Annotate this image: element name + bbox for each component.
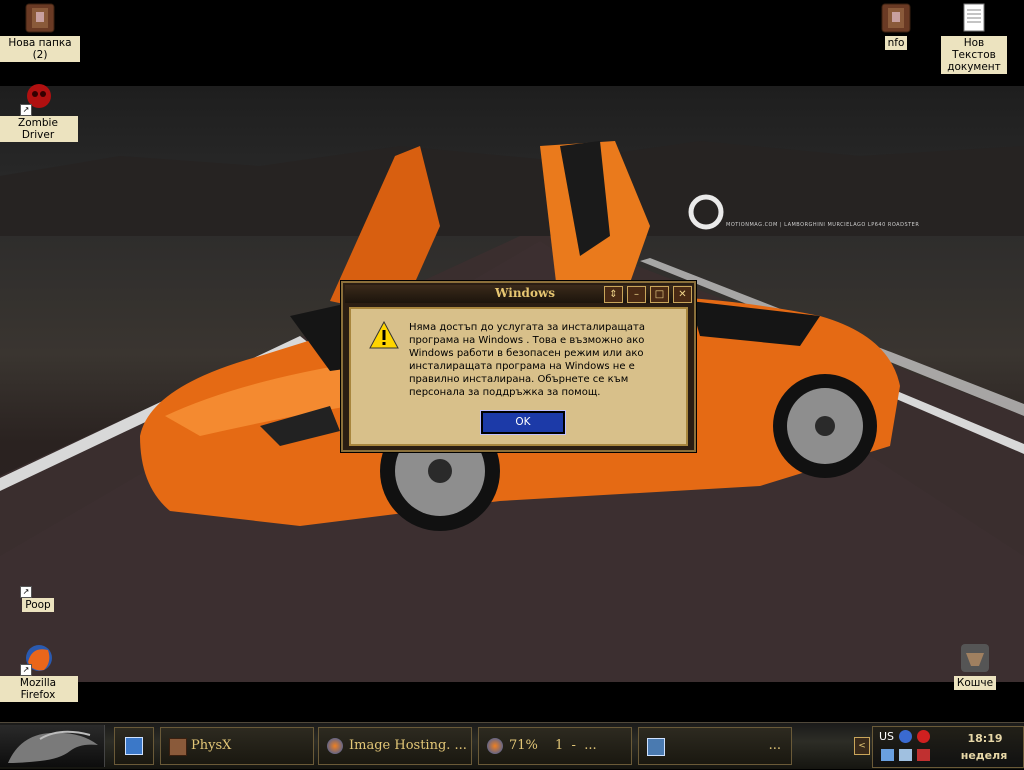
firefox-icon: ↗ — [20, 642, 54, 676]
physx-app-icon — [169, 738, 187, 756]
desktop-icon-label: Zombie Driver — [0, 116, 78, 142]
taskbar-item-image-hosting[interactable]: Image Hosting. ... — [318, 727, 472, 765]
firefox-icon — [487, 738, 503, 754]
desktop-icon-label: Poop — [22, 598, 54, 612]
antivirus-icon[interactable] — [917, 749, 930, 761]
folder-icon — [24, 2, 56, 34]
volume-icon[interactable] — [899, 749, 912, 761]
language-indicator[interactable]: US — [879, 730, 894, 743]
taskbar-item-physx[interactable]: PhysX — [160, 727, 314, 765]
desktop-icon-new-folder[interactable]: Нова папка (2) — [0, 2, 80, 62]
quick-launch-desktop-button[interactable] — [114, 727, 154, 765]
text-document-icon — [958, 2, 990, 34]
error-dialog: Windows ⇕ – □ ✕ Няма достъп до услугата … — [341, 281, 696, 452]
rollup-icon[interactable]: ⇕ — [604, 286, 623, 303]
network-icon — [647, 738, 665, 756]
system-tray: US 18:19 неделя — [872, 726, 1024, 768]
desktop-icon-label: Нова папка (2) — [0, 36, 80, 62]
taskbar-item-label: 71% — [509, 738, 538, 753]
shortcut-arrow-icon: ↗ — [20, 664, 32, 676]
desktop-icon-nfo[interactable]: nfo — [856, 2, 936, 50]
dialog-body: Няма достъп до услугата за инсталиращата… — [349, 307, 688, 446]
desktop-icon-mozilla-firefox[interactable]: ↗ Mozilla Firefox — [0, 642, 78, 702]
clock-day: неделя — [960, 749, 1008, 762]
taskbar: PhysX Image Hosting. ... 71% 1 - ... ...… — [0, 722, 1024, 769]
taskbar-item-label: Image Hosting. ... — [349, 738, 467, 753]
ok-button[interactable]: OK — [480, 410, 566, 435]
clock-time[interactable]: 18:19 — [955, 732, 1015, 745]
tray-expand-button[interactable]: < — [854, 737, 870, 755]
help-icon[interactable] — [899, 730, 912, 743]
maximize-icon[interactable]: □ — [650, 286, 669, 303]
minimize-icon[interactable]: – — [627, 286, 646, 303]
show-desktop-icon — [125, 737, 143, 755]
shortcut-arrow-icon: ↗ — [20, 586, 32, 598]
taskbar-item-download[interactable]: 71% 1 - ... — [478, 727, 632, 765]
close-icon[interactable]: ✕ — [673, 286, 692, 303]
taskbar-item-extra: 1 - ... — [555, 738, 597, 753]
network-status-icon[interactable] — [881, 749, 894, 761]
desktop-icon-zombie-driver[interactable]: ↗ Zombie Driver — [0, 82, 78, 142]
dialog-message: Няма достъп до услугата за инсталиращата… — [409, 322, 645, 398]
desktop-icon-label: Кошче — [953, 676, 997, 690]
start-button[interactable] — [0, 725, 105, 767]
taskbar-item-network[interactable]: ... — [638, 727, 792, 765]
shortcut-arrow-icon: ↗ — [20, 104, 32, 116]
dragon-logo-icon — [8, 730, 98, 763]
folder-icon — [880, 2, 912, 34]
desktop-icon-recycle-bin[interactable]: Кошче — [935, 642, 1015, 690]
dialog-title: Windows — [495, 286, 556, 300]
desktop-icon-new-text-document[interactable]: Нов Текстов документ — [934, 2, 1014, 74]
wallpaper-caption: MOTIONMAG.COM | LAMBORGHINI MURCIELAGO L… — [726, 222, 920, 228]
taskbar-item-label: ... — [768, 738, 781, 753]
desktop-icon-label: Mozilla Firefox — [0, 676, 78, 702]
firefox-icon — [327, 738, 343, 754]
desktop-icon-poop[interactable]: ↗ Poop — [0, 564, 78, 612]
shortcut-icon: ↗ — [20, 564, 54, 598]
zombie-skull-icon: ↗ — [20, 82, 54, 116]
recycle-bin-icon — [959, 642, 991, 674]
stop-icon[interactable] — [917, 730, 930, 743]
desktop-icon-label: Нов Текстов документ — [941, 36, 1007, 74]
warning-icon — [369, 320, 399, 352]
desktop-icon-label: nfo — [884, 36, 908, 50]
taskbar-item-label: PhysX — [191, 738, 232, 753]
dialog-title-bar[interactable]: Windows ⇕ – □ ✕ — [345, 285, 692, 303]
